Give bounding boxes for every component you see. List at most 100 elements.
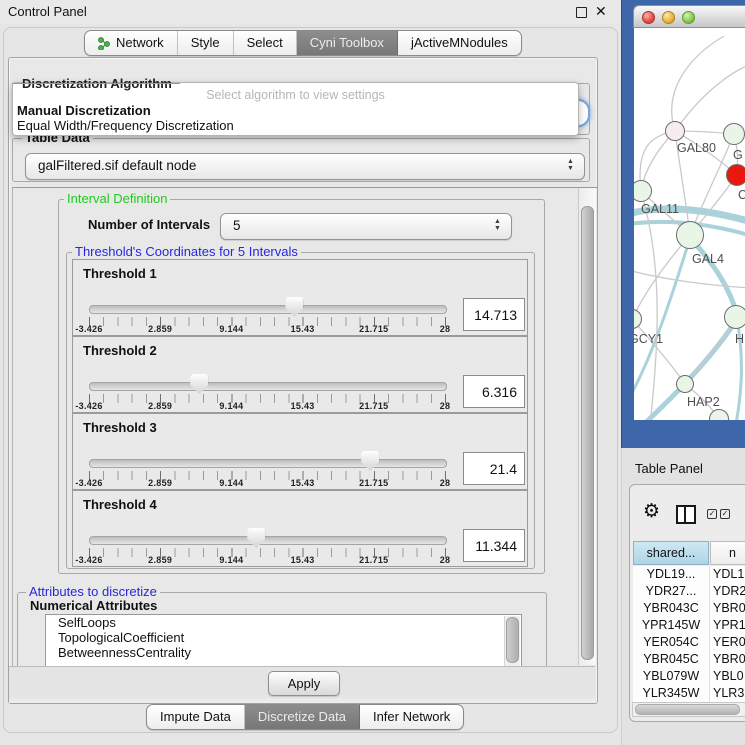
- tick-label: 21.715: [359, 401, 388, 411]
- tab-network[interactable]: Network: [85, 31, 178, 55]
- cell-shared-name: YDR27...: [633, 583, 709, 600]
- network-node-gal80[interactable]: [665, 121, 685, 141]
- numerical-attributes-list[interactable]: SelfLoopsTopologicalCoefficientBetweenne…: [45, 614, 522, 668]
- popup-option-equal-width[interactable]: Equal Width/Frequency Discretization: [17, 118, 234, 133]
- table-row[interactable]: YDL19...YDL1: [633, 566, 745, 583]
- popup-option-manual[interactable]: Manual Discretization: [17, 103, 151, 118]
- control-panel-titlebar: Control Panel ✕: [0, 0, 621, 24]
- slider-ticks: [89, 471, 447, 480]
- tab-label: Discretize Data: [258, 705, 346, 729]
- tick-label: 9.144: [219, 401, 243, 411]
- tab-label: Infer Network: [373, 705, 450, 729]
- threshold-label: Threshold 2: [83, 343, 157, 358]
- zoom-traffic-light-icon[interactable]: [682, 11, 695, 24]
- network-node-c[interactable]: [726, 164, 745, 186]
- threshold-value-field[interactable]: 21.4: [463, 452, 525, 485]
- close-icon[interactable]: ✕: [595, 3, 607, 20]
- threshold-label: Threshold 4: [83, 497, 157, 512]
- tick-label: -3.426: [75, 555, 102, 565]
- network-edge: [634, 235, 690, 319]
- cell-shared-name: YBR045C: [633, 651, 709, 668]
- network-node-h[interactable]: [724, 305, 745, 329]
- table-body[interactable]: YDL19...YDL1YDR27...YDR2YBR043CYBR0YPR14…: [633, 566, 745, 702]
- gear-icon[interactable]: ⚙: [643, 500, 660, 523]
- tick-label: 9.144: [219, 324, 243, 334]
- spinner-arrows-icon: ▲▼: [493, 218, 502, 232]
- attribute-list-item[interactable]: SelfLoops: [46, 615, 521, 630]
- tick-label: 9.144: [219, 478, 243, 488]
- tab-label: Impute Data: [160, 705, 231, 729]
- tab-infer-network[interactable]: Infer Network: [360, 705, 463, 729]
- cell-shared-name: YER054C: [633, 634, 709, 651]
- tab-select[interactable]: Select: [234, 31, 297, 55]
- cell-name: YLR3: [709, 685, 744, 702]
- node-label: GCY1: [634, 332, 663, 346]
- tab-cyni-toolbox[interactable]: Cyni Toolbox: [297, 31, 398, 55]
- table-row[interactable]: YLR345WYLR3: [633, 685, 745, 702]
- network-canvas[interactable]: GAL80GCGAL11GAL4GCY1HHAP2: [634, 28, 745, 420]
- tick-label: 28: [440, 555, 451, 565]
- threshold-value-field[interactable]: 14.713: [463, 298, 525, 331]
- table-row[interactable]: YER054CYER0: [633, 634, 745, 651]
- horizontal-scrollbar-thumb[interactable]: [635, 704, 740, 715]
- float-window-icon[interactable]: [576, 7, 587, 18]
- slider-thumb[interactable]: [247, 528, 265, 548]
- tab-discretize-data[interactable]: Discretize Data: [245, 705, 360, 729]
- attribute-list-item[interactable]: TopologicalCoefficient: [46, 630, 521, 645]
- table-row[interactable]: YBL079WYBL0: [633, 668, 745, 685]
- checkbox-icon[interactable]: ✓: [707, 509, 717, 519]
- threshold-value-field[interactable]: 11.344: [463, 529, 525, 562]
- table-row[interactable]: YBR045CYBR0: [633, 651, 745, 668]
- network-node-g[interactable]: [723, 123, 745, 145]
- vertical-scrollbar-thumb[interactable]: [581, 206, 594, 660]
- table-row[interactable]: YDR27...YDR2: [633, 583, 745, 600]
- cell-name: YDR2: [709, 583, 745, 600]
- slider-track[interactable]: [89, 459, 447, 468]
- threshold-label: Threshold 3: [83, 420, 157, 435]
- threshold-value-field[interactable]: 6.316: [463, 375, 525, 408]
- slider-track[interactable]: [89, 536, 447, 545]
- slider-track[interactable]: [89, 305, 447, 314]
- tick-label: -3.426: [75, 324, 102, 334]
- num-intervals-combobox[interactable]: 5 ▲▼: [220, 213, 512, 240]
- top-tab-strip: NetworkStyleSelectCyni Toolbox jActiveMNo…: [84, 30, 522, 56]
- cell-name: YBR0: [709, 600, 745, 617]
- tab-label: jActiveMNodules: [411, 31, 508, 55]
- attribute-list-item[interactable]: BetweennessCentrality: [46, 645, 521, 660]
- cell-shared-name: YBR043C: [633, 600, 709, 617]
- slider-track[interactable]: [89, 382, 447, 391]
- tick-label: 15.43: [291, 324, 315, 334]
- checkbox-icon[interactable]: ✓: [720, 509, 730, 519]
- table-row[interactable]: YBR043CYBR0: [633, 600, 745, 617]
- column-header-shared-name[interactable]: shared...: [633, 541, 709, 565]
- slider-thumb[interactable]: [285, 297, 303, 317]
- network-node-hap2[interactable]: [676, 375, 694, 393]
- apply-button[interactable]: Apply: [268, 671, 340, 696]
- list-scrollbar-thumb[interactable]: [506, 617, 519, 663]
- threshold-panel-3: Threshold 3-3.4262.8599.14415.4321.71528…: [72, 413, 528, 490]
- column-header-name[interactable]: n: [710, 541, 745, 565]
- cell-name: YDL1: [709, 566, 744, 583]
- columns-icon[interactable]: [676, 505, 696, 524]
- tab-impute-data[interactable]: Impute Data: [147, 705, 245, 729]
- network-edge: [675, 64, 745, 131]
- tick-label: 21.715: [359, 555, 388, 565]
- network-icon: [98, 37, 111, 50]
- tick-label: 9.144: [219, 555, 243, 565]
- slider-thumb[interactable]: [190, 374, 208, 394]
- bottom-tab-strip: Impute Data Discretize Data Infer Network: [146, 704, 464, 730]
- table-data-combobox[interactable]: galFiltered.sif default node ▲▼: [25, 153, 585, 180]
- minimize-traffic-light-icon[interactable]: [662, 11, 675, 24]
- table-panel-title: Table Panel: [635, 461, 703, 476]
- table-row[interactable]: YPR145WYPR1: [633, 617, 745, 634]
- tab-jactivemnodules[interactable]: jActiveMNodules: [398, 31, 521, 55]
- slider-ticks: [89, 394, 447, 403]
- close-traffic-light-icon[interactable]: [642, 11, 655, 24]
- slider-thumb[interactable]: [361, 451, 379, 471]
- attributes-group-title: Attributes to discretize: [26, 585, 160, 598]
- tab-style[interactable]: Style: [178, 31, 234, 55]
- network-node-gal4[interactable]: [676, 221, 704, 249]
- node-label: C: [738, 188, 745, 202]
- network-edge: [641, 191, 657, 420]
- cell-shared-name: YPR145W: [633, 617, 709, 634]
